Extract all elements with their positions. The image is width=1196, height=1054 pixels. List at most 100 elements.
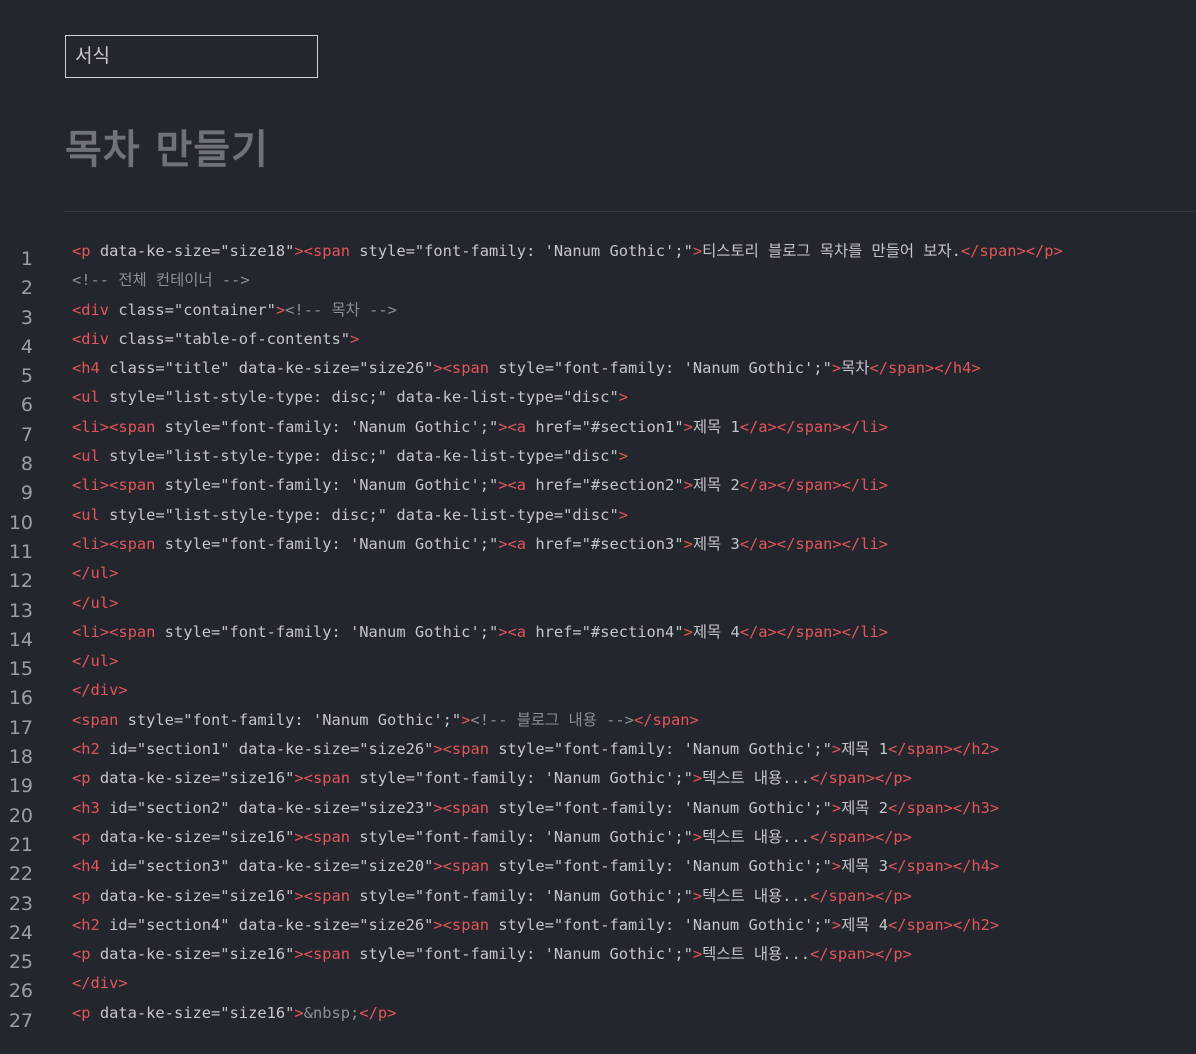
code-text[interactable]: <h2 id="section4" data-ke-size="size26">…: [72, 911, 999, 940]
code-token-tag: >: [692, 242, 703, 260]
code-token-attr: style="font-family: 'Nanum Gothic';": [155, 534, 499, 553]
code-line[interactable]: 26 </div>: [0, 969, 1196, 1002]
code-token-attr: data-ke-size="size18": [90, 242, 295, 260]
code-line[interactable]: 1 <p data-ke-size="size18"><span style="f…: [0, 237, 1196, 270]
code-line[interactable]: 6 <ul style="list-style-type: disc;" data…: [0, 383, 1196, 416]
code-text[interactable]: </ul>: [72, 589, 118, 618]
code-text[interactable]: <h4 class="title" data-ke-size="size26">…: [72, 354, 981, 383]
code-token-tag: <ul: [72, 388, 100, 407]
code-line[interactable]: 4 <div class="table-of-contents">: [0, 325, 1196, 358]
code-line[interactable]: 13 </ul>: [0, 589, 1196, 622]
code-token-tag: >: [683, 534, 693, 553]
code-token-tag: </a></span></li>: [739, 417, 888, 436]
code-text[interactable]: <li><span style="font-family: 'Nanum Got…: [72, 530, 888, 559]
code-line[interactable]: 19 <p data-ke-size="size16"><span style="…: [0, 764, 1196, 797]
code-line[interactable]: 2 <!-- 전체 컨테이너 -->: [0, 266, 1196, 299]
code-line[interactable]: 9 <li><span style="font-family: 'Nanum Go…: [0, 471, 1196, 504]
code-token-tag: </a></span></li>: [739, 534, 888, 553]
code-text[interactable]: <p data-ke-size="size16">&nbsp;</p>: [72, 999, 396, 1028]
code-token-tag: ><span: [294, 886, 351, 905]
code-text[interactable]: </div>: [72, 676, 128, 705]
code-token-tag: >: [692, 945, 703, 964]
code-token-tag: </span></h4>: [887, 857, 1000, 876]
code-line[interactable]: 23 <p data-ke-size="size16"><span style="…: [0, 882, 1196, 915]
code-token-text: 제목 1: [841, 740, 888, 759]
code-text[interactable]: <ul style="list-style-type: disc;" data-…: [72, 383, 628, 412]
code-token-tag: >: [618, 447, 628, 466]
code-text[interactable]: <li><span style="font-family: 'Nanum Got…: [72, 471, 888, 500]
code-text[interactable]: </ul>: [72, 559, 118, 588]
code-token-attr: style="font-family: 'Nanum Gothic';": [350, 945, 693, 964]
code-line[interactable]: 15 </ul>: [0, 647, 1196, 680]
code-line[interactable]: 7 <li><span style="font-family: 'Nanum Go…: [0, 413, 1196, 446]
code-token-comment: &nbsp;: [303, 1003, 360, 1022]
code-token-tag: ><span: [433, 798, 489, 817]
code-token-tag: ><span: [294, 827, 351, 846]
code-text[interactable]: <li><span style="font-family: 'Nanum Got…: [72, 413, 888, 442]
code-text[interactable]: <p data-ke-size="size16"><span style="fo…: [72, 882, 912, 911]
code-token-attr: style="font-family: 'Nanum Gothic';": [489, 359, 832, 378]
code-line[interactable]: 3 <div class="container"><!-- 목차 -->: [0, 296, 1196, 329]
code-token-attr: href="#section3": [526, 534, 684, 553]
code-text[interactable]: <li><span style="font-family: 'Nanum Got…: [72, 618, 888, 647]
code-token-tag: <h4: [72, 359, 100, 378]
code-token-attr: style="font-family: 'Nanum Gothic';": [489, 857, 832, 876]
code-token-tag: <h3: [72, 798, 100, 817]
code-token-text: 제목 4: [692, 622, 740, 641]
code-text[interactable]: </div>: [72, 969, 128, 998]
code-line[interactable]: 25 <p data-ke-size="size16"><span style="…: [0, 940, 1196, 973]
code-token-tag: </p>: [359, 1003, 397, 1022]
code-token-tag: >: [294, 1003, 304, 1022]
code-line[interactable]: 18 <h2 id="section1" data-ke-size="size26…: [0, 735, 1196, 768]
code-token-attr: id="section2" data-ke-size="size23": [99, 798, 434, 817]
code-text[interactable]: <h3 id="section2" data-ke-size="size23">…: [72, 794, 999, 823]
code-line[interactable]: 10 <ul style="list-style-type: disc;" dat…: [0, 501, 1196, 534]
code-token-attr: id="section3" data-ke-size="size20": [99, 857, 434, 876]
code-token-tag: ><a: [498, 476, 527, 495]
code-text[interactable]: <span style="font-family: 'Nanum Gothic'…: [72, 706, 699, 735]
code-token-tag: >: [618, 505, 628, 524]
page-title[interactable]: 목차 만들기: [65, 120, 269, 180]
code-line[interactable]: 21 <p data-ke-size="size16"><span style="…: [0, 823, 1196, 856]
code-line[interactable]: 16 </div>: [0, 676, 1196, 709]
code-text[interactable]: <p data-ke-size="size16"><span style="fo…: [72, 764, 912, 793]
format-dropdown[interactable]: 서식: [65, 35, 318, 78]
code-line[interactable]: 17 <span style="font-family: 'Nanum Gothi…: [0, 706, 1196, 739]
code-text[interactable]: <div class="container"><!-- 목차 -->: [72, 296, 397, 325]
code-token-text: 제목 3: [692, 534, 740, 553]
code-text[interactable]: <ul style="list-style-type: disc;" data-…: [72, 442, 628, 471]
code-line[interactable]: 20 <h3 id="section2" data-ke-size="size23…: [0, 794, 1196, 827]
code-token-tag: </ul>: [72, 652, 119, 671]
code-line[interactable]: 14 <li><span style="font-family: 'Nanum G…: [0, 618, 1196, 651]
code-text[interactable]: <p data-ke-size="size16"><span style="fo…: [72, 823, 912, 852]
code-text[interactable]: <!-- 전체 컨테이너 -->: [72, 266, 250, 295]
code-line[interactable]: 5 <h4 class="title" data-ke-size="size26"…: [0, 354, 1196, 387]
code-text[interactable]: <p data-ke-size="size18"><span style="fo…: [72, 237, 1063, 266]
code-line[interactable]: 22 <h4 id="section3" data-ke-size="size20…: [0, 852, 1196, 885]
code-text[interactable]: <ul style="list-style-type: disc;" data-…: [72, 501, 628, 530]
code-text[interactable]: <h2 id="section1" data-ke-size="size26">…: [72, 735, 999, 764]
code-line[interactable]: 12 </ul>: [0, 559, 1196, 592]
code-token-attr: style="font-family: 'Nanum Gothic';": [155, 622, 499, 641]
code-token-tag: >: [692, 827, 703, 846]
code-line[interactable]: 8 <ul style="list-style-type: disc;" data…: [0, 442, 1196, 475]
code-token-attr: style="font-family: 'Nanum Gothic';": [350, 886, 693, 905]
code-token-text: 목차: [841, 359, 870, 378]
code-token-tag: <p: [72, 945, 91, 964]
code-text[interactable]: <h4 id="section3" data-ke-size="size20">…: [72, 852, 999, 881]
code-token-text: 제목 2: [692, 476, 740, 495]
code-token-tag: </span></p>: [810, 945, 912, 964]
code-text[interactable]: </ul>: [72, 647, 118, 676]
code-text[interactable]: <p data-ke-size="size16"><span style="fo…: [72, 940, 912, 969]
code-token-tag: >: [683, 622, 693, 641]
code-token-tag: <span: [72, 710, 119, 729]
code-token-tag: ><span: [294, 945, 351, 964]
code-line[interactable]: 24 <h2 id="section4" data-ke-size="size26…: [0, 911, 1196, 944]
code-token-tag: </span></p>: [810, 769, 912, 788]
format-dropdown-label: 서식: [75, 45, 110, 67]
code-text[interactable]: <div class="table-of-contents">: [72, 325, 359, 354]
code-line[interactable]: 27 <p data-ke-size="size16">&nbsp;</p>: [0, 999, 1196, 1032]
code-line[interactable]: 11 <li><span style="font-family: 'Nanum G…: [0, 530, 1196, 563]
code-editor[interactable]: 1 <p data-ke-size="size18"><span style="f…: [0, 237, 1196, 1032]
code-token-attr: style="font-family: 'Nanum Gothic';": [118, 710, 462, 729]
